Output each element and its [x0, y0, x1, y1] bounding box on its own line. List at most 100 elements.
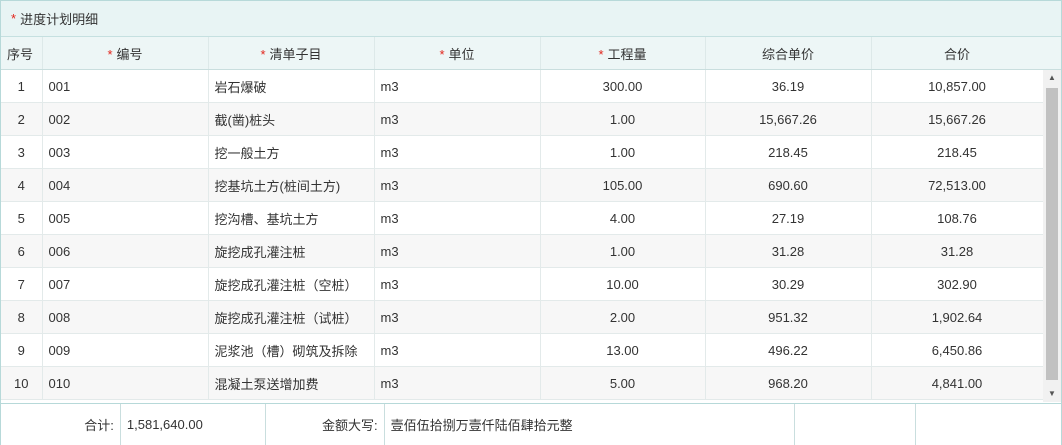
cell-price: 31.28 — [705, 234, 872, 268]
column-header[interactable]: * 编号 — [42, 37, 209, 70]
table-row[interactable]: 5 005 挖沟槽、基坑土方 m3 4.00 27.19 108.76 — [1, 201, 1043, 235]
table-row[interactable]: 3 003 挖一般土方 m3 1.00 218.45 218.45 — [1, 135, 1043, 169]
amount-in-words-value: 壹佰伍拾捌万壹仟陆佰肆拾元整 — [385, 404, 796, 445]
table-row[interactable]: 1 001 岩石爆破 m3 300.00 36.19 10,857.00 — [1, 70, 1043, 103]
cell-total: 108.76 — [871, 201, 1043, 235]
cell-seq: 7 — [1, 267, 43, 301]
cell-item: 挖一般土方 — [208, 135, 375, 169]
cell-total: 15,667.26 — [871, 102, 1043, 136]
cell-qty: 13.00 — [540, 333, 706, 367]
cell-item: 岩石爆破 — [208, 70, 375, 103]
cell-qty: 4.00 — [540, 201, 706, 235]
cell-price: 496.22 — [705, 333, 872, 367]
cell-total: 4,841.00 — [871, 366, 1043, 400]
scrollbar-thumb[interactable] — [1046, 88, 1058, 380]
cell-seq: 6 — [1, 234, 43, 268]
cell-item: 混凝土泵送增加费 — [208, 366, 375, 400]
cell-total: 72,513.00 — [871, 168, 1043, 202]
cell-qty: 1.00 — [540, 102, 706, 136]
table-row[interactable]: 9 009 泥浆池（槽）砌筑及拆除 m3 13.00 496.22 6,450.86 — [1, 333, 1043, 367]
cell-code: 007 — [42, 267, 209, 301]
column-header-label: 综合单价 — [761, 46, 814, 62]
progress-plan-panel: * 进度计划明细 序号 * 编号 * 清单子目 * 单位 * 工程量 综合单价 合价 1 001 岩石爆… — [0, 0, 1062, 445]
grid-body[interactable]: 1 001 岩石爆破 m3 300.00 36.19 10,857.00 2 002 截(凿)桩头… — [1, 70, 1043, 402]
cell-seq: 1 — [1, 70, 43, 103]
cell-seq: 9 — [1, 333, 43, 367]
column-header-label: 单位 — [448, 46, 475, 62]
detail-grid: 序号 * 编号 * 清单子目 * 单位 * 工程量 综合单价 合价 1 001 岩石爆破 m3 300.00… — [1, 37, 1061, 402]
cell-seq: 8 — [1, 300, 43, 334]
cell-unit: m3 — [374, 300, 541, 334]
cell-seq: 2 — [1, 102, 43, 136]
column-header-label: 清单子目 — [269, 46, 322, 62]
column-header-label: 工程量 — [607, 46, 647, 62]
cell-item: 泥浆池（槽）砌筑及拆除 — [208, 333, 375, 367]
cell-code: 002 — [42, 102, 209, 136]
panel-title: 进度计划明细 — [20, 12, 99, 27]
sum-value: 1,581,640.00 — [121, 404, 266, 445]
cell-item: 挖沟槽、基坑土方 — [208, 201, 375, 235]
column-header-label: 合价 — [943, 46, 970, 62]
table-row[interactable]: 2 002 截(凿)桩头 m3 1.00 15,667.26 15,667.26 — [1, 102, 1043, 136]
cell-price: 690.60 — [705, 168, 872, 202]
cell-seq: 4 — [1, 168, 43, 202]
cell-item: 旋挖成孔灌注桩 — [208, 234, 375, 268]
cell-price: 15,667.26 — [705, 102, 872, 136]
column-header[interactable]: 综合单价 — [705, 37, 872, 70]
cell-code: 009 — [42, 333, 209, 367]
cell-total: 1,902.64 — [871, 300, 1043, 334]
required-mark: * — [260, 46, 266, 62]
cell-item: 旋挖成孔灌注桩（空桩） — [208, 267, 375, 301]
cell-item: 截(凿)桩头 — [208, 102, 375, 136]
cell-code: 003 — [42, 135, 209, 169]
table-row[interactable]: 7 007 旋挖成孔灌注桩（空桩） m3 10.00 30.29 302.90 — [1, 267, 1043, 301]
cell-total: 31.28 — [871, 234, 1043, 268]
cell-seq: 3 — [1, 135, 43, 169]
panel-header: * 进度计划明细 — [1, 1, 1061, 37]
cell-price: 218.45 — [705, 135, 872, 169]
required-mark: * — [439, 46, 445, 62]
cell-unit: m3 — [374, 70, 541, 103]
footer-empty-cell — [916, 404, 1061, 445]
column-header-label: 序号 — [7, 46, 34, 62]
cell-unit: m3 — [374, 135, 541, 169]
scroll-down-arrow-icon[interactable]: ▼ — [1043, 386, 1061, 402]
cell-unit: m3 — [374, 366, 541, 400]
column-header[interactable]: 序号 — [1, 37, 43, 70]
table-row[interactable]: 4 004 挖基坑土方(桩间土方) m3 105.00 690.60 72,513.00 — [1, 168, 1043, 202]
cell-unit: m3 — [374, 333, 541, 367]
cell-price: 36.19 — [705, 70, 872, 103]
cell-code: 008 — [42, 300, 209, 334]
scroll-up-arrow-icon[interactable]: ▲ — [1043, 70, 1061, 86]
table-row[interactable]: 8 008 旋挖成孔灌注桩（试桩） m3 2.00 951.32 1,902.64 — [1, 300, 1043, 334]
column-header-label: 编号 — [116, 46, 143, 62]
column-header[interactable]: * 单位 — [374, 37, 541, 70]
cell-qty: 5.00 — [540, 366, 706, 400]
cell-qty: 10.00 — [540, 267, 706, 301]
cell-qty: 1.00 — [540, 135, 706, 169]
vertical-scrollbar[interactable]: ▲ ▼ — [1043, 70, 1061, 402]
column-header[interactable]: * 清单子目 — [208, 37, 375, 70]
cell-total: 218.45 — [871, 135, 1043, 169]
cell-price: 951.32 — [705, 300, 872, 334]
cell-item: 旋挖成孔灌注桩（试桩） — [208, 300, 375, 334]
footer-empty-cell — [795, 404, 917, 445]
column-header[interactable]: 合价 — [871, 37, 1044, 70]
table-row[interactable]: 6 006 旋挖成孔灌注桩 m3 1.00 31.28 31.28 — [1, 234, 1043, 268]
amount-in-words-label: 金额大写: — [266, 404, 385, 445]
table-row[interactable]: 10 010 混凝土泵送增加费 m3 5.00 968.20 4,841.00 — [1, 366, 1043, 400]
cell-code: 010 — [42, 366, 209, 400]
header-scroll-corner — [1043, 37, 1061, 70]
cell-total: 10,857.00 — [871, 70, 1043, 103]
required-mark: * — [11, 11, 17, 26]
column-header[interactable]: * 工程量 — [540, 37, 706, 70]
cell-code: 006 — [42, 234, 209, 268]
cell-code: 005 — [42, 201, 209, 235]
cell-qty: 1.00 — [540, 234, 706, 268]
cell-price: 968.20 — [705, 366, 872, 400]
cell-unit: m3 — [374, 234, 541, 268]
cell-code: 001 — [42, 70, 209, 103]
cell-item: 挖基坑土方(桩间土方) — [208, 168, 375, 202]
sum-label: 合计: — [1, 404, 121, 445]
required-mark: * — [598, 46, 604, 62]
